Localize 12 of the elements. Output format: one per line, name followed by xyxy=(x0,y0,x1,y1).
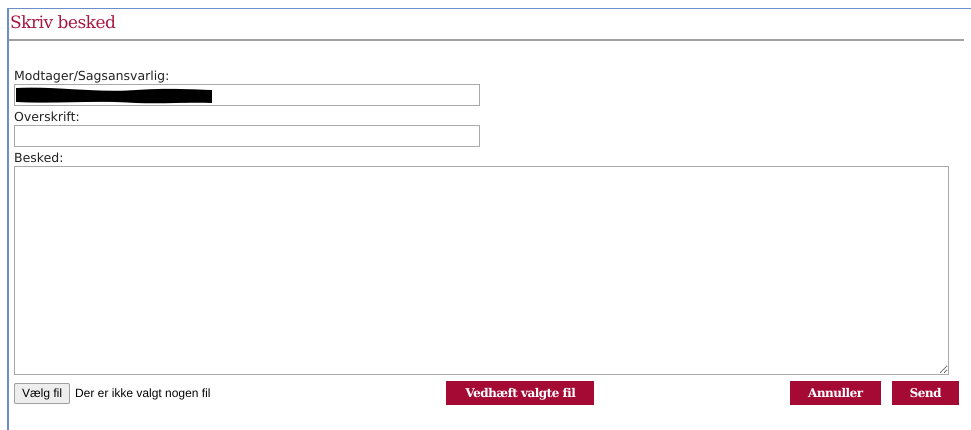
field-label: Modtager/Sagsansvarlig: xyxy=(14,68,170,83)
text-field[interactable] xyxy=(14,125,480,147)
page-title: Skriv besked xyxy=(10,12,116,36)
text-field[interactable] xyxy=(14,84,480,106)
cancel-button[interactable]: Annuller xyxy=(790,381,881,405)
attach-file-button[interactable]: Vedhæft valgte fil xyxy=(446,381,594,405)
send-button[interactable]: Send xyxy=(892,381,959,405)
field-label: Overskrift: xyxy=(14,109,81,124)
field-label: Besked: xyxy=(14,150,64,165)
message-field[interactable] xyxy=(14,166,949,375)
choose-file-button[interactable]: Vælg fil xyxy=(14,382,70,404)
file-status: Der er ikke valgt nogen fil xyxy=(75,385,210,402)
